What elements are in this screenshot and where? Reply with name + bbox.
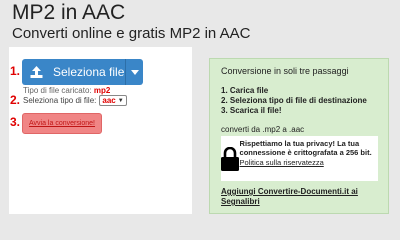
steps-list: 1. Carica file 2. Seleziona tipo di file…	[221, 86, 367, 116]
page-subtitle: Converti online e gratis MP2 in AAC	[12, 25, 251, 42]
list-item: 2. Seleziona tipo di file di destinazion…	[221, 96, 367, 105]
uploaded-file-type-label: Tipo di file caricato:	[23, 86, 92, 95]
lock-icon	[221, 136, 240, 181]
convert-description: converti da .mp2 a .aac	[221, 125, 305, 134]
uploaded-file-type-value: mp2	[93, 86, 111, 95]
target-type-select[interactable]: aac ▼	[99, 95, 127, 106]
list-item: 1. Carica file	[221, 86, 269, 95]
target-type-label: Seleziona tipo di file:	[23, 96, 97, 105]
privacy-notice: Rispettiamo la tua privacy! La tua conne…	[221, 136, 378, 181]
step-number-1: 1.	[10, 64, 21, 78]
privacy-text-block: Rispettiamo la tua privacy! La tua conne…	[240, 136, 378, 181]
chevron-down-icon: ▼	[117, 97, 124, 104]
select-file-label: Seleziona file	[53, 65, 125, 79]
page-title: MP2 in AAC	[12, 1, 126, 24]
target-type-row: Seleziona tipo di file: aac ▼	[23, 95, 127, 106]
privacy-policy-link[interactable]: Politica sulla riservatezza	[240, 158, 378, 167]
uploaded-file-type: Tipo di file caricato: mp2	[23, 86, 110, 95]
step-number-3: 3.	[10, 115, 21, 129]
start-conversion-button[interactable]: Avvia la conversione!	[22, 113, 102, 134]
step-number-2: 2.	[10, 93, 21, 107]
info-panel: Conversione in soli tre passaggi 1. Cari…	[209, 58, 389, 214]
select-file-button[interactable]: Seleziona file	[22, 59, 143, 85]
info-panel-title: Conversione in soli tre passaggi	[221, 66, 349, 76]
caret-down-icon[interactable]	[126, 69, 143, 75]
upload-icon	[22, 59, 50, 85]
bookmark-link[interactable]: Aggiungi Convertire-Documenti.it ai Segn…	[221, 187, 381, 207]
target-type-value: aac	[102, 96, 116, 105]
privacy-text: Rispettiamo la tua privacy! La tua conne…	[239, 139, 372, 157]
list-item: 3. Scarica il file!	[221, 106, 282, 115]
